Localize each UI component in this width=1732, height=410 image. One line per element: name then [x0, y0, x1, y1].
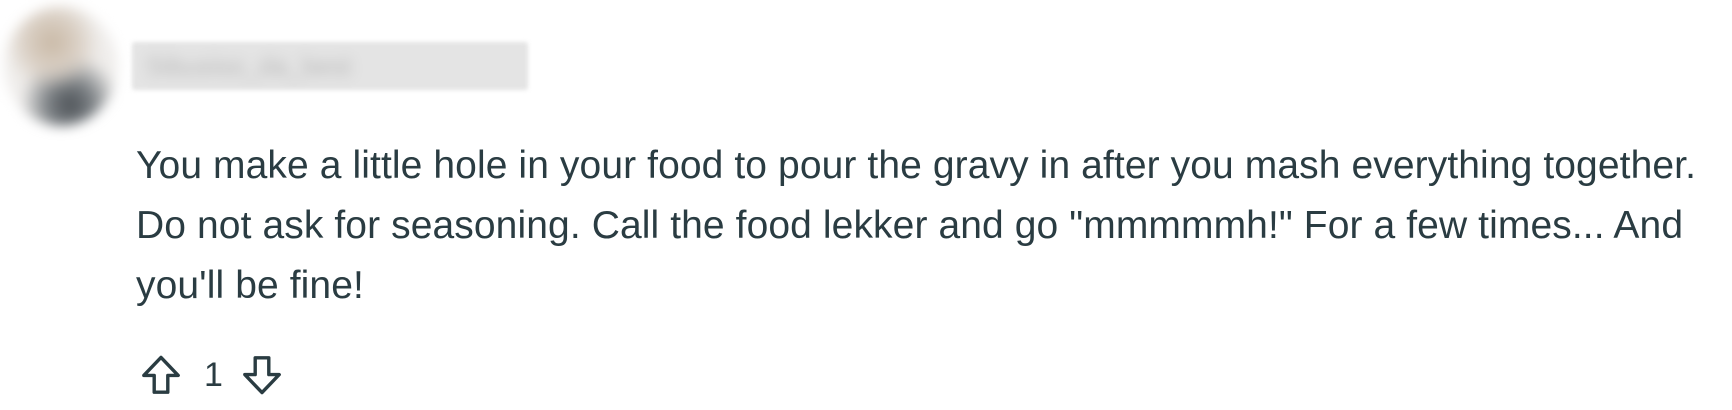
- username[interactable]: Sibusiso_da_best: [146, 50, 351, 82]
- vote-count: 1: [204, 356, 223, 394]
- vote-actions: 1: [134, 348, 289, 402]
- downvote-button[interactable]: [235, 348, 289, 402]
- upvote-arrow-icon: [142, 355, 180, 394]
- downvote-arrow-icon: [243, 356, 281, 395]
- comment-body: You make a little hole in your food to p…: [136, 144, 1697, 307]
- comment: Sibusiso_da_best You make a little hole …: [0, 0, 1732, 410]
- username-redacted[interactable]: Sibusiso_da_best: [132, 42, 528, 90]
- avatar[interactable]: [4, 6, 118, 126]
- upvote-button[interactable]: [134, 348, 188, 402]
